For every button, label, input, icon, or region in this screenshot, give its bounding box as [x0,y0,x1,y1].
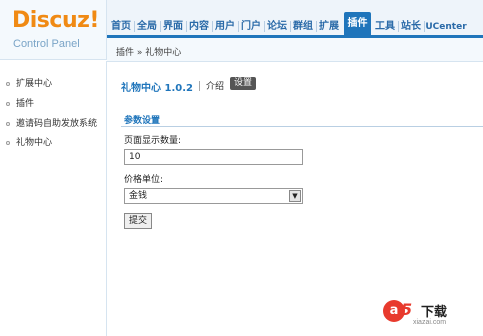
nav-item-forum[interactable]: 论坛 [265,19,289,35]
bullet-icon [6,81,10,86]
bullet-icon [6,121,10,126]
submit-button[interactable]: 提交 [124,213,152,229]
section-title: 参数设置 [124,116,161,126]
nav-item-users[interactable]: 用户 [213,19,237,35]
tab-intro[interactable]: 介绍 [206,79,224,92]
nav-item-extensions[interactable]: 扩展 [317,19,341,35]
breadcrumb: 插件 » 礼物中心 [116,48,182,58]
bullet-icon [6,101,10,106]
bullet-icon [6,140,10,145]
sidebar-item-label: 礼物中心 [16,138,53,148]
watermark-text: 下载 [421,305,448,320]
sidebar-item-label: 扩展中心 [16,79,53,89]
breadcrumb-bar: 插件 » 礼物中心 [107,38,483,62]
tab-settings[interactable]: 设置 [230,77,257,90]
watermark-digit: 5 [401,300,413,319]
page-count-input[interactable]: 10 [124,149,303,165]
brand-subtitle: Control Panel [13,38,80,50]
nav-item-ucenter[interactable]: UCenter [425,19,467,35]
chevron-down-icon[interactable]: ▼ [289,190,301,202]
watermark: a 5 下载 xiazai.com [383,300,473,328]
title-divider [199,81,200,91]
nav-item-interface[interactable]: 界面 [161,19,185,35]
nav-item-home[interactable]: 首页 [109,19,133,35]
sidebar-item-label: 插件 [16,99,35,109]
brand-logo: Discuz! [12,8,99,33]
logo-area: Discuz! Control Panel [0,0,107,60]
price-unit-select[interactable]: 金钱 ▼ [124,188,303,204]
nav-item-groups[interactable]: 群组 [291,19,315,35]
page-count-label: 页面显示数量: [124,136,182,146]
sidebar-item-extension-center[interactable]: 扩展中心 [6,76,52,89]
sidebar-item-gift-center[interactable]: 礼物中心 [6,135,52,148]
nav-item-portal[interactable]: 门户 [239,19,263,35]
nav-item-content[interactable]: 内容 [187,19,211,35]
watermark-url: xiazai.com [413,319,447,326]
nav-item-admin[interactable]: 站长 [399,19,423,35]
nav-item-plugins[interactable]: 插件 [344,12,371,36]
top-navigation: 首页 全局 界面 内容 用户 门户 论坛 群组 扩展 插件 工具 站长 UCen… [107,0,483,38]
sidebar-item-invite-code[interactable]: 邀请码自助发放系统 [6,116,97,129]
sidebar-item-plugins[interactable]: 插件 [6,96,34,109]
section-divider [121,126,483,127]
nav-item-global[interactable]: 全局 [135,19,159,35]
main-content: 礼物中心 1.0.2 介绍 设置 参数设置 页面显示数量: 10 价格单位: 金… [108,62,483,336]
nav-item-tools[interactable]: 工具 [373,19,397,35]
sidebar: 扩展中心 插件 邀请码自助发放系统 礼物中心 [0,61,107,336]
price-unit-label: 价格单位: [124,175,164,185]
price-unit-value: 金钱 [129,191,148,201]
sidebar-item-label: 邀请码自助发放系统 [16,119,98,129]
plugin-title: 礼物中心 1.0.2 [121,83,193,94]
